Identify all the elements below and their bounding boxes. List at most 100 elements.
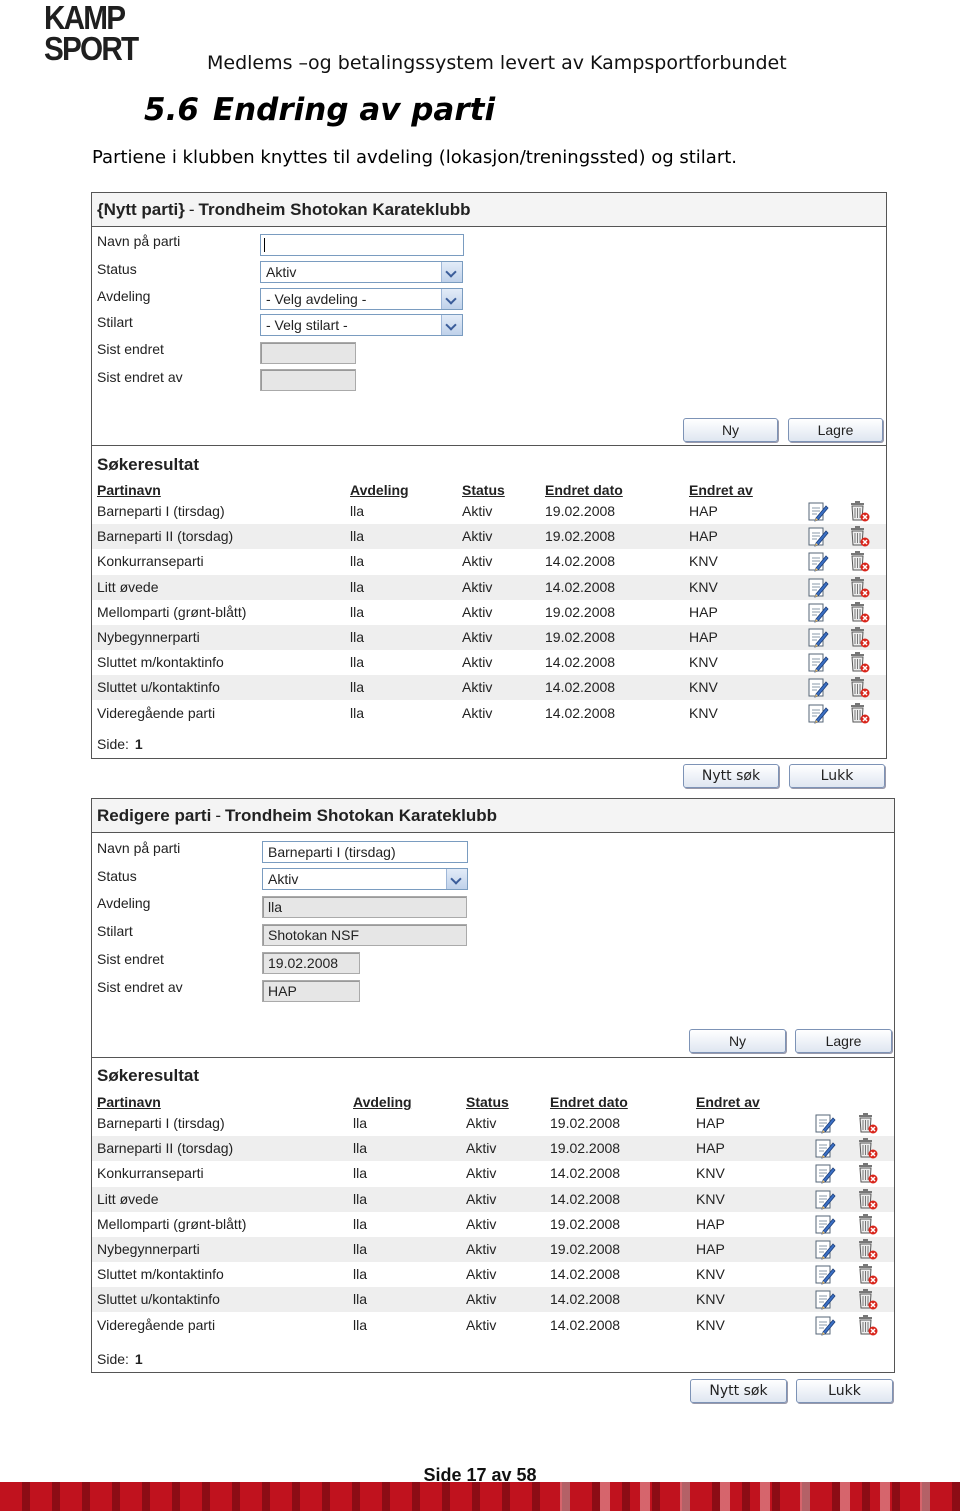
page-number[interactable]: 1	[135, 736, 143, 752]
cell-avdeling: lla	[353, 1316, 368, 1333]
edit-icon[interactable]	[814, 1137, 836, 1159]
delete-icon[interactable]	[848, 702, 870, 724]
edit-icon[interactable]	[807, 500, 829, 522]
col-avdeling[interactable]: Avdeling	[353, 1094, 412, 1110]
edit-icon[interactable]	[807, 651, 829, 673]
edit-icon[interactable]	[807, 550, 829, 573]
col-status[interactable]: Status	[466, 1094, 509, 1110]
cell-status: Aktiv	[462, 679, 493, 696]
delete-icon[interactable]	[856, 1213, 878, 1235]
chevron-down-icon[interactable]	[441, 315, 462, 335]
delete-icon[interactable]	[856, 1263, 878, 1285]
status-select[interactable]: Aktiv	[262, 868, 468, 890]
new-search-button[interactable]: Nytt søk	[683, 764, 779, 788]
edit-icon[interactable]	[807, 626, 829, 648]
label-sist-endret-av: Sist endret av	[97, 979, 183, 995]
cell-endret-dato: 14.02.2008	[550, 1165, 621, 1182]
chevron-down-icon[interactable]	[441, 289, 462, 309]
edit-icon[interactable]	[814, 1238, 836, 1260]
cell-endret-dato: 14.02.2008	[550, 1316, 621, 1333]
label-sist-endret-av: Sist endret av	[97, 369, 183, 385]
stilart-select[interactable]: - Velg stilart -	[260, 314, 463, 336]
col-status[interactable]: Status	[462, 482, 505, 498]
cell-endret-dato: 19.02.2008	[545, 503, 616, 519]
col-endret-av[interactable]: Endret av	[696, 1094, 760, 1110]
edit-icon[interactable]	[807, 601, 829, 623]
cell-status: Aktiv	[466, 1316, 497, 1333]
table-row: Litt øvede lla Aktiv 14.02.2008 KNV	[92, 574, 886, 600]
cell-status: Aktiv	[466, 1115, 497, 1131]
cell-avdeling: lla	[353, 1215, 368, 1232]
col-endret-dato[interactable]: Endret dato	[550, 1094, 628, 1110]
edit-icon[interactable]	[807, 676, 829, 699]
col-endret-dato[interactable]: Endret dato	[545, 482, 623, 498]
table-row: Barneparti II (torsdag) lla Aktiv 19.02.200…	[92, 524, 886, 550]
edit-icon[interactable]	[814, 1162, 836, 1185]
cell-endret-av: HAP	[689, 629, 718, 645]
cell-endret-av: HAP	[689, 503, 718, 519]
page-number[interactable]: 1	[135, 1351, 143, 1367]
cell-endret-dato: 14.02.2008	[545, 553, 616, 570]
col-endret-av[interactable]: Endret av	[689, 482, 753, 498]
cell-endret-av: HAP	[696, 1241, 725, 1257]
avdeling-select[interactable]: - Velg avdeling -	[260, 288, 463, 310]
chevron-down-icon[interactable]	[446, 869, 467, 889]
delete-icon[interactable]	[856, 1112, 878, 1134]
cell-partinavn: Sluttet m/kontaktinfo	[97, 654, 224, 671]
close-button[interactable]: Lukk	[789, 764, 885, 788]
col-avdeling[interactable]: Avdeling	[350, 482, 409, 498]
edit-icon[interactable]	[814, 1213, 836, 1235]
party-name-input[interactable]: Barneparti I (tirsdag)	[262, 841, 468, 863]
cell-status: Aktiv	[462, 578, 493, 595]
delete-icon[interactable]	[848, 550, 870, 572]
new-party-panel: {Nytt parti} - Trondheim Shotokan Karatekl…	[91, 192, 887, 759]
table-row: Sluttet m/kontaktinfo lla Aktiv 14.02.2008 K…	[92, 1262, 894, 1287]
table-row: Barneparti II (torsdag) lla Aktiv 19.02.200…	[92, 1136, 894, 1162]
edit-icon[interactable]	[814, 1112, 836, 1134]
delete-icon[interactable]	[856, 1288, 878, 1310]
delete-icon[interactable]	[848, 500, 870, 522]
edit-icon[interactable]	[807, 525, 829, 547]
edit-icon[interactable]	[807, 576, 829, 598]
edit-icon[interactable]	[814, 1188, 836, 1210]
edit-icon[interactable]	[814, 1288, 836, 1311]
delete-icon[interactable]	[848, 651, 870, 673]
delete-icon[interactable]	[848, 576, 870, 598]
section-number: 5.6	[144, 92, 199, 128]
cell-endret-dato: 14.02.2008	[550, 1266, 621, 1283]
col-partinavn[interactable]: Partinavn	[97, 1094, 161, 1110]
chevron-down-icon[interactable]	[441, 262, 462, 282]
status-select[interactable]: Aktiv	[260, 261, 463, 283]
label-status: Status	[97, 261, 137, 277]
new-search-button[interactable]: Nytt søk	[690, 1379, 787, 1403]
new-button[interactable]: Ny	[689, 1029, 786, 1053]
new-button[interactable]: Ny	[683, 418, 778, 442]
edit-icon[interactable]	[807, 702, 829, 724]
cell-partinavn: Konkurranseparti	[97, 553, 204, 570]
edit-icon[interactable]	[814, 1263, 836, 1285]
save-button[interactable]: Lagre	[795, 1029, 892, 1053]
delete-icon[interactable]	[856, 1188, 878, 1210]
cell-avdeling: lla	[353, 1115, 368, 1131]
col-partinavn[interactable]: Partinavn	[97, 482, 161, 498]
delete-icon[interactable]	[848, 525, 870, 547]
close-button[interactable]: Lukk	[796, 1379, 893, 1403]
cell-avdeling: lla	[353, 1291, 368, 1308]
delete-icon[interactable]	[848, 626, 870, 648]
delete-icon[interactable]	[848, 676, 870, 698]
table-row: Nybegynnerparti lla Aktiv 19.02.2008 HAP	[92, 625, 886, 650]
delete-icon[interactable]	[856, 1137, 878, 1159]
delete-icon[interactable]	[856, 1238, 878, 1260]
delete-icon[interactable]	[856, 1162, 878, 1184]
table-row: Sluttet u/kontaktinfo lla Aktiv 14.02.2008 K…	[92, 675, 886, 701]
delete-icon[interactable]	[848, 601, 870, 623]
logo-line-1: KAMP	[44, 0, 126, 36]
kampsport-logo: KAMP SPORT	[44, 0, 139, 68]
save-button[interactable]: Lagre	[788, 418, 883, 442]
cell-avdeling: lla	[350, 603, 365, 620]
edit-icon[interactable]	[814, 1314, 836, 1336]
party-name-input[interactable]	[260, 234, 464, 256]
cell-partinavn: Barneparti I (tirsdag)	[97, 503, 225, 519]
delete-icon[interactable]	[856, 1314, 878, 1336]
cell-avdeling: lla	[350, 578, 365, 595]
